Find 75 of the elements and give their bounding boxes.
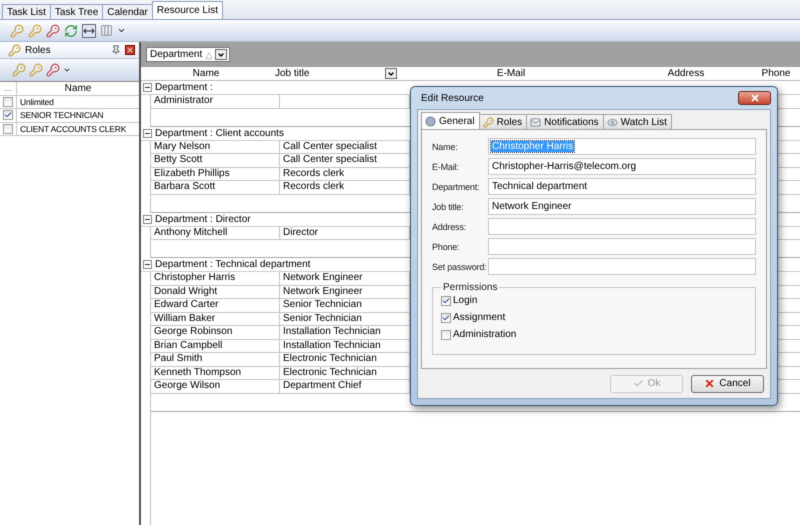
table-cell: Senior Technician	[280, 312, 410, 326]
group-by-button[interactable]: Department △	[146, 47, 230, 62]
table-cell: Network Engineer	[280, 286, 410, 299]
table-cell: Anthony Mitchell	[150, 226, 280, 240]
table-cell: Director	[280, 226, 410, 240]
table-cell: Edward Carter	[150, 299, 280, 312]
table-cell: Network Engineer	[280, 272, 410, 286]
field-label: Job title:	[432, 202, 465, 212]
column-header[interactable]: Name	[17, 82, 139, 94]
tab[interactable]: Notifications	[526, 114, 604, 129]
tab[interactable]: Resource List	[152, 1, 223, 19]
group-header: Department :	[155, 82, 213, 93]
role-name[interactable]: CLIENT ACCOUNTS CLERK	[17, 122, 139, 135]
checkbox-label: Administration	[453, 329, 516, 340]
table-cell: Installation Technician	[280, 326, 410, 340]
column-header[interactable]: Name	[192, 68, 220, 79]
checkbox-label: Login	[453, 295, 478, 306]
column-header[interactable]: ...	[0, 82, 17, 94]
group-title: Permissions	[442, 282, 498, 293]
field-value: Technical department	[491, 181, 588, 192]
field-label: Phone:	[432, 242, 460, 252]
table-cell: Brian Campbell	[150, 340, 280, 353]
table-cell: George Robinson	[150, 326, 280, 340]
table-cell: Mary Nelson	[150, 140, 280, 154]
tab[interactable]: Watch List	[602, 114, 672, 129]
table-cell: Call Center specialist	[280, 140, 410, 154]
table-cell: Kenneth Thompson	[150, 366, 280, 380]
table-cell: Paul Smith	[150, 353, 280, 366]
group-label: Department	[150, 49, 202, 60]
column-header[interactable]: Phone	[762, 68, 790, 79]
table-cell: Records clerk	[280, 181, 410, 194]
dialog-title: Edit Resource	[420, 92, 484, 104]
role-name[interactable]: Unlimited	[17, 96, 139, 108]
field-value: Christopher-Harris@telecom.org	[491, 161, 638, 172]
input-field[interactable]: Technical department	[488, 178, 756, 195]
checkbox-label: Assignment	[453, 312, 506, 323]
column-header[interactable]: Address	[668, 68, 704, 79]
field-value: Christopher Harris	[491, 141, 574, 152]
tab[interactable]: Task List	[2, 4, 51, 19]
column-header[interactable]: Job title	[275, 68, 310, 79]
table-cell: Betty Scott	[150, 154, 280, 168]
table-cell: Christopher Harris	[150, 272, 280, 286]
field-label: Name:	[432, 142, 459, 152]
panel-title: Roles	[25, 44, 52, 56]
sort-glyph: △	[205, 50, 212, 60]
tab[interactable]: General	[421, 112, 480, 129]
table-cell: Electronic Technician	[280, 353, 410, 366]
field-label: Set password:	[432, 262, 488, 272]
field-value: Network Engineer	[491, 201, 572, 212]
field-label: Department:	[432, 182, 480, 192]
table-cell: Records clerk	[280, 168, 410, 181]
table-cell: Senior Technician	[280, 299, 410, 312]
field-label: E-Mail:	[432, 162, 460, 172]
group-header: Department : Director	[155, 214, 251, 224]
role-name[interactable]: SENIOR TECHNICIAN	[17, 109, 139, 122]
table-cell: Barbara Scott	[150, 181, 280, 194]
input-field[interactable]: Network Engineer	[488, 198, 756, 215]
table-cell: George Wilson	[150, 380, 280, 394]
tab[interactable]: Roles	[478, 114, 528, 129]
tab[interactable]: Calendar	[102, 4, 153, 19]
table-cell: Department Chief	[280, 380, 410, 394]
table-cell: William Baker	[150, 312, 280, 326]
group-header: Department : Client accounts	[155, 128, 284, 138]
cancel-button[interactable]: Cancel	[691, 374, 764, 392]
column-header[interactable]: E-Mail	[496, 68, 526, 79]
table-cell: Installation Technician	[280, 340, 410, 353]
field-label: Address:	[432, 222, 467, 232]
table-cell: Call Center specialist	[280, 154, 410, 168]
table-cell: Electronic Technician	[280, 366, 410, 380]
table-cell: Elizabeth Phillips	[150, 168, 280, 181]
table-cell: Donald Wright	[150, 286, 280, 299]
input-field[interactable]: Christopher-Harris@telecom.org	[488, 158, 756, 175]
tab[interactable]: Task Tree	[50, 4, 104, 19]
table-cell: Administrator	[150, 95, 280, 108]
group-header: Department : Technical department	[155, 259, 310, 270]
